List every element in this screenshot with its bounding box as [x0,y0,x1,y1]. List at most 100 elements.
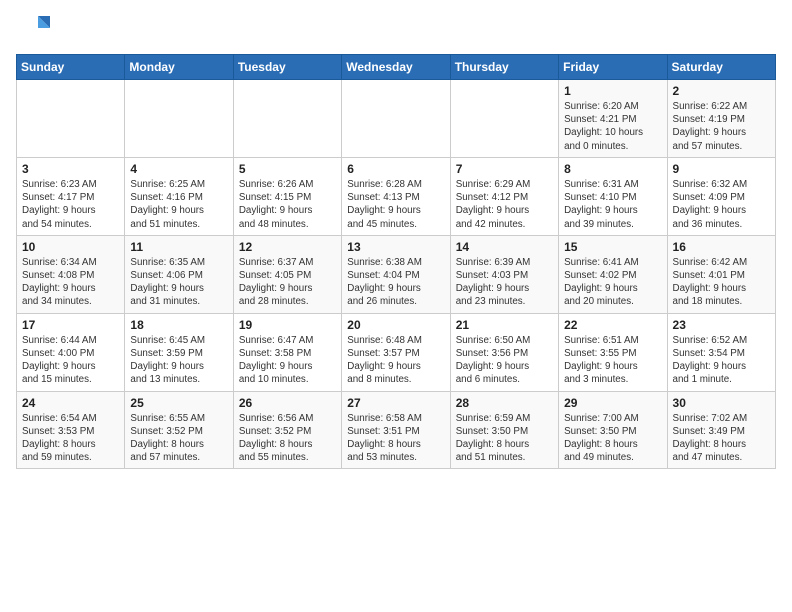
logo-icon [16,12,52,48]
day-info: Sunrise: 6:28 AM Sunset: 4:13 PM Dayligh… [347,178,444,231]
day-info: Sunrise: 6:42 AM Sunset: 4:01 PM Dayligh… [673,256,770,309]
day-info: Sunrise: 6:37 AM Sunset: 4:05 PM Dayligh… [239,256,336,309]
page: SundayMondayTuesdayWednesdayThursdayFrid… [0,0,792,477]
day-info: Sunrise: 6:50 AM Sunset: 3:56 PM Dayligh… [456,334,553,387]
calendar-body: 1 Sunrise: 6:20 AM Sunset: 4:21 PM Daylig… [17,80,776,469]
day-cell: 13 Sunrise: 6:38 AM Sunset: 4:04 PM Dayli… [342,235,450,313]
day-cell: 10Sunrise: 6:34 AM Sunset: 4:08 PM Dayli… [17,235,125,313]
week-row: 17 Sunrise: 6:44 AM Sunset: 4:00 PM Dayli… [17,313,776,391]
header-day: Wednesday [342,55,450,80]
day-cell: 6Sunrise: 6:28 AM Sunset: 4:13 PM Daylig… [342,157,450,235]
day-info: Sunrise: 6:44 AM Sunset: 4:00 PM Dayligh… [22,334,119,387]
day-info: Sunrise: 6:32 AM Sunset: 4:09 PM Dayligh… [673,178,770,231]
calendar: SundayMondayTuesdayWednesdayThursdayFrid… [16,54,776,469]
day-info: Sunrise: 6:22 AM Sunset: 4:19 PM Dayligh… [673,100,770,153]
day-cell: 1 Sunrise: 6:20 AM Sunset: 4:21 PM Daylig… [559,80,667,158]
day-cell: 29 Sunrise: 7:00 AM Sunset: 3:50 PM Dayli… [559,391,667,469]
day-number: 24 [22,396,119,410]
day-info: Sunrise: 6:23 AM Sunset: 4:17 PM Dayligh… [22,178,119,231]
day-info: Sunrise: 7:02 AM Sunset: 3:49 PM Dayligh… [673,412,770,465]
header-day: Saturday [667,55,775,80]
day-number: 10 [22,240,119,254]
week-row: 24 Sunrise: 6:54 AM Sunset: 3:53 PM Dayli… [17,391,776,469]
day-info: Sunrise: 6:20 AM Sunset: 4:21 PM Dayligh… [564,100,661,153]
day-cell: 23 Sunrise: 6:52 AM Sunset: 3:54 PM Dayli… [667,313,775,391]
day-cell: 3 Sunrise: 6:23 AM Sunset: 4:17 PM Daylig… [17,157,125,235]
day-cell: 14Sunrise: 6:39 AM Sunset: 4:03 PM Dayli… [450,235,558,313]
day-number: 7 [456,162,553,176]
day-info: Sunrise: 6:35 AM Sunset: 4:06 PM Dayligh… [130,256,227,309]
day-info: Sunrise: 7:00 AM Sunset: 3:50 PM Dayligh… [564,412,661,465]
day-info: Sunrise: 6:48 AM Sunset: 3:57 PM Dayligh… [347,334,444,387]
day-info: Sunrise: 6:56 AM Sunset: 3:52 PM Dayligh… [239,412,336,465]
day-cell: 15 Sunrise: 6:41 AM Sunset: 4:02 PM Dayli… [559,235,667,313]
day-cell: 12 Sunrise: 6:37 AM Sunset: 4:05 PM Dayli… [233,235,341,313]
day-number: 26 [239,396,336,410]
day-number: 16 [673,240,770,254]
day-cell: 18 Sunrise: 6:45 AM Sunset: 3:59 PM Dayli… [125,313,233,391]
day-number: 8 [564,162,661,176]
week-row: 3 Sunrise: 6:23 AM Sunset: 4:17 PM Daylig… [17,157,776,235]
header [16,12,776,48]
day-info: Sunrise: 6:58 AM Sunset: 3:51 PM Dayligh… [347,412,444,465]
logo [16,12,56,48]
day-cell: 8 Sunrise: 6:31 AM Sunset: 4:10 PM Daylig… [559,157,667,235]
day-info: Sunrise: 6:47 AM Sunset: 3:58 PM Dayligh… [239,334,336,387]
day-number: 1 [564,84,661,98]
day-cell: 26 Sunrise: 6:56 AM Sunset: 3:52 PM Dayli… [233,391,341,469]
header-day: Monday [125,55,233,80]
day-info: Sunrise: 6:51 AM Sunset: 3:55 PM Dayligh… [564,334,661,387]
day-cell: 5Sunrise: 6:26 AM Sunset: 4:15 PM Daylig… [233,157,341,235]
day-info: Sunrise: 6:29 AM Sunset: 4:12 PM Dayligh… [456,178,553,231]
day-info: Sunrise: 6:54 AM Sunset: 3:53 PM Dayligh… [22,412,119,465]
day-info: Sunrise: 6:25 AM Sunset: 4:16 PM Dayligh… [130,178,227,231]
day-number: 13 [347,240,444,254]
header-day: Friday [559,55,667,80]
day-cell: 11 Sunrise: 6:35 AM Sunset: 4:06 PM Dayli… [125,235,233,313]
day-number: 2 [673,84,770,98]
day-number: 5 [239,162,336,176]
day-info: Sunrise: 6:52 AM Sunset: 3:54 PM Dayligh… [673,334,770,387]
day-info: Sunrise: 6:31 AM Sunset: 4:10 PM Dayligh… [564,178,661,231]
day-number: 15 [564,240,661,254]
day-cell: 2 Sunrise: 6:22 AM Sunset: 4:19 PM Daylig… [667,80,775,158]
day-cell: 17 Sunrise: 6:44 AM Sunset: 4:00 PM Dayli… [17,313,125,391]
week-row: 10Sunrise: 6:34 AM Sunset: 4:08 PM Dayli… [17,235,776,313]
day-number: 27 [347,396,444,410]
day-number: 3 [22,162,119,176]
day-number: 11 [130,240,227,254]
day-number: 29 [564,396,661,410]
day-cell [450,80,558,158]
day-cell: 20 Sunrise: 6:48 AM Sunset: 3:57 PM Dayli… [342,313,450,391]
day-cell: 16 Sunrise: 6:42 AM Sunset: 4:01 PM Dayli… [667,235,775,313]
day-number: 20 [347,318,444,332]
day-info: Sunrise: 6:55 AM Sunset: 3:52 PM Dayligh… [130,412,227,465]
day-cell: 28 Sunrise: 6:59 AM Sunset: 3:50 PM Dayli… [450,391,558,469]
day-number: 28 [456,396,553,410]
day-cell: 19Sunrise: 6:47 AM Sunset: 3:58 PM Dayli… [233,313,341,391]
day-cell: 9 Sunrise: 6:32 AM Sunset: 4:09 PM Daylig… [667,157,775,235]
day-cell: 27 Sunrise: 6:58 AM Sunset: 3:51 PM Dayli… [342,391,450,469]
calendar-header: SundayMondayTuesdayWednesdayThursdayFrid… [17,55,776,80]
day-cell: 30Sunrise: 7:02 AM Sunset: 3:49 PM Dayli… [667,391,775,469]
day-info: Sunrise: 6:59 AM Sunset: 3:50 PM Dayligh… [456,412,553,465]
day-number: 22 [564,318,661,332]
day-cell: 22 Sunrise: 6:51 AM Sunset: 3:55 PM Dayli… [559,313,667,391]
day-number: 9 [673,162,770,176]
day-cell [233,80,341,158]
header-day: Thursday [450,55,558,80]
day-number: 23 [673,318,770,332]
day-number: 17 [22,318,119,332]
day-cell [342,80,450,158]
day-number: 12 [239,240,336,254]
day-number: 21 [456,318,553,332]
day-number: 18 [130,318,227,332]
week-row: 1 Sunrise: 6:20 AM Sunset: 4:21 PM Daylig… [17,80,776,158]
day-cell: 24 Sunrise: 6:54 AM Sunset: 3:53 PM Dayli… [17,391,125,469]
day-number: 14 [456,240,553,254]
day-info: Sunrise: 6:41 AM Sunset: 4:02 PM Dayligh… [564,256,661,309]
day-info: Sunrise: 6:45 AM Sunset: 3:59 PM Dayligh… [130,334,227,387]
day-info: Sunrise: 6:38 AM Sunset: 4:04 PM Dayligh… [347,256,444,309]
day-cell: 4Sunrise: 6:25 AM Sunset: 4:16 PM Daylig… [125,157,233,235]
header-row: SundayMondayTuesdayWednesdayThursdayFrid… [17,55,776,80]
